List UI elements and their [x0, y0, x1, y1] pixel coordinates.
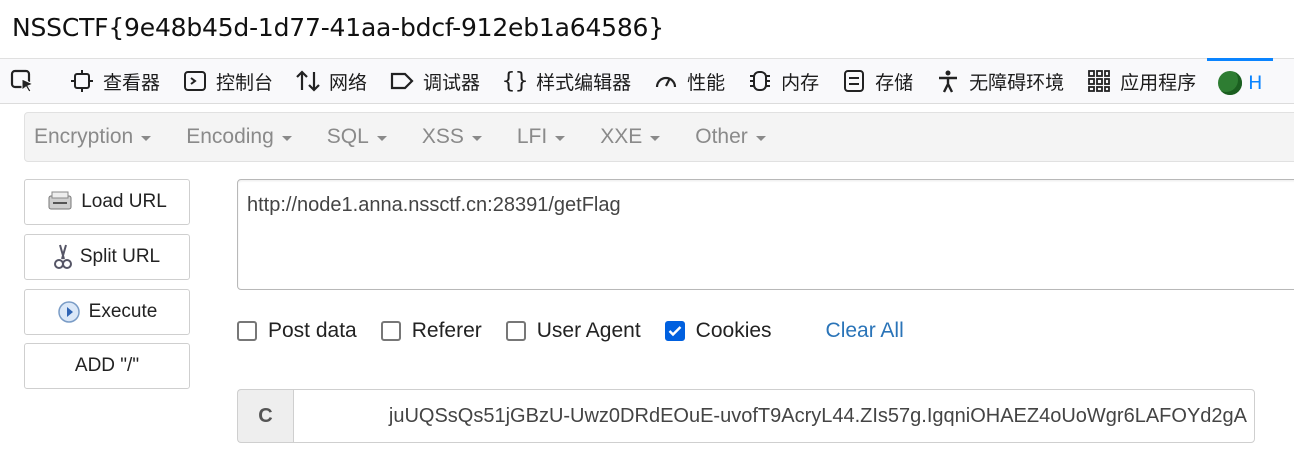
tab-label: 无障碍环境: [969, 71, 1065, 94]
menu-xxe[interactable]: XXE: [591, 125, 661, 149]
tab-label: 存储: [875, 71, 914, 94]
style-editor-icon: {}: [501, 68, 529, 94]
user-agent-label: User Agent: [536, 319, 641, 342]
menu-lfi[interactable]: LFI: [508, 125, 566, 149]
add-slash-button[interactable]: ADD "/": [24, 343, 190, 389]
tab-label: 应用程序: [1120, 71, 1197, 94]
split-url-label: Split URL: [79, 246, 161, 267]
menu-label: Encryption: [34, 125, 134, 148]
tab-label: 查看器: [103, 71, 161, 94]
menu-encryption[interactable]: Encryption: [25, 125, 152, 149]
cookies-option[interactable]: Cookies: [664, 319, 772, 343]
tab-label: 内存: [781, 71, 820, 94]
scissors-icon: [53, 243, 72, 271]
accessibility-icon: [935, 68, 961, 94]
tab-label: 调试器: [423, 71, 481, 94]
tab-accessibility[interactable]: 无障碍环境: [924, 59, 1075, 103]
menu-encoding[interactable]: Encoding: [177, 125, 292, 149]
tab-label: 性能: [687, 71, 726, 94]
menu-label: XXE: [600, 125, 643, 148]
tab-label: 控制台: [216, 71, 274, 94]
memory-icon: [747, 68, 773, 94]
add-slash-label: ADD "/": [74, 355, 140, 376]
element-picker-icon: [10, 68, 36, 94]
caret-down-icon: [376, 135, 387, 141]
tab-debugger[interactable]: 调试器: [378, 59, 491, 103]
console-icon: [182, 68, 208, 94]
split-url-button[interactable]: Split URL: [24, 234, 190, 280]
clear-all-link[interactable]: Clear All: [826, 319, 904, 343]
cookie-field: C juUQSsQs51jGBzU-Uwz0DRdEOuE-uvofT9Acry…: [237, 389, 1255, 443]
caret-down-icon: [281, 135, 292, 141]
tab-memory[interactable]: 内存: [736, 59, 830, 103]
tab-inspector[interactable]: 查看器: [58, 59, 171, 103]
tab-performance[interactable]: 性能: [642, 59, 736, 103]
menu-other[interactable]: Other: [686, 125, 766, 149]
menu-label: SQL: [326, 125, 369, 148]
referer-checkbox[interactable]: [380, 321, 401, 341]
checkmark-icon: [668, 326, 682, 337]
cookie-value: juUQSsQs51jGBzU-Uwz0DRdEOuE-uvofT9AcryL4…: [388, 404, 1247, 427]
url-value: http://node1.anna.nssctf.cn:28391/getFla…: [247, 194, 621, 216]
caret-down-icon: [555, 135, 566, 141]
tab-application[interactable]: 应用程序: [1075, 59, 1207, 103]
tab-hackbar[interactable]: H: [1207, 58, 1274, 104]
execute-button[interactable]: Execute: [24, 289, 190, 335]
network-icon: [295, 68, 321, 94]
menu-sql[interactable]: SQL: [318, 125, 387, 149]
cookies-label: Cookies: [695, 319, 772, 342]
caret-down-icon: [755, 135, 766, 141]
tab-console[interactable]: 控制台: [171, 59, 284, 103]
cookie-field-label: C: [237, 389, 293, 443]
cookies-checkbox[interactable]: [664, 321, 685, 341]
tab-network[interactable]: 网络: [284, 59, 378, 103]
load-url-button[interactable]: Load URL: [24, 179, 190, 225]
element-picker-button[interactable]: [0, 59, 58, 103]
user-agent-option[interactable]: User Agent: [505, 319, 641, 343]
tab-storage[interactable]: 存储: [830, 59, 924, 103]
inspector-icon: [69, 68, 95, 94]
tab-label: 网络: [329, 71, 368, 94]
debugger-icon: [389, 68, 415, 94]
post-data-checkbox[interactable]: [237, 321, 257, 341]
performance-icon: [653, 68, 679, 94]
caret-down-icon: [141, 135, 152, 141]
referer-label: Referer: [411, 319, 482, 342]
post-data-option[interactable]: Post data: [237, 319, 357, 343]
hackbar-icon: [1218, 70, 1243, 95]
menu-xss[interactable]: XSS: [413, 125, 482, 149]
menu-label: Encoding: [186, 125, 274, 148]
tab-style-editor[interactable]: {} 样式编辑器: [491, 59, 642, 103]
hackbar-menu-bar: Encryption Encoding SQL XSS LFI XXE Othe…: [24, 112, 1294, 162]
application-icon: [1086, 68, 1112, 94]
request-options: Post data Referer User Agent Cookies Cle…: [237, 315, 904, 347]
caret-down-icon: [471, 135, 482, 141]
load-url-icon: [47, 190, 73, 214]
menu-label: LFI: [516, 125, 548, 148]
devtools-toolbar: 查看器 控制台 网络 调试器 {} 样式编辑器 性能 内存 存储 无障碍环境 应…: [0, 58, 1294, 104]
caret-down-icon: [650, 135, 661, 141]
page-flag-text: NSSCTF{9e48b45d-1d77-41aa-bdcf-912eb1a64…: [12, 13, 664, 42]
menu-label: Other: [695, 125, 748, 148]
execute-label: Execute: [88, 301, 158, 322]
post-data-label: Post data: [268, 319, 357, 342]
play-icon: [57, 300, 81, 324]
load-url-label: Load URL: [81, 191, 167, 212]
user-agent-checkbox[interactable]: [505, 321, 526, 341]
tab-label: 样式编辑器: [536, 71, 632, 94]
url-textarea[interactable]: http://node1.anna.nssctf.cn:28391/getFla…: [237, 179, 1294, 290]
referer-option[interactable]: Referer: [380, 319, 482, 343]
cookie-input[interactable]: juUQSsQs51jGBzU-Uwz0DRdEOuE-uvofT9AcryL4…: [293, 389, 1255, 443]
tab-label: H: [1248, 71, 1263, 94]
storage-icon: [841, 68, 867, 94]
menu-label: XSS: [421, 125, 464, 148]
